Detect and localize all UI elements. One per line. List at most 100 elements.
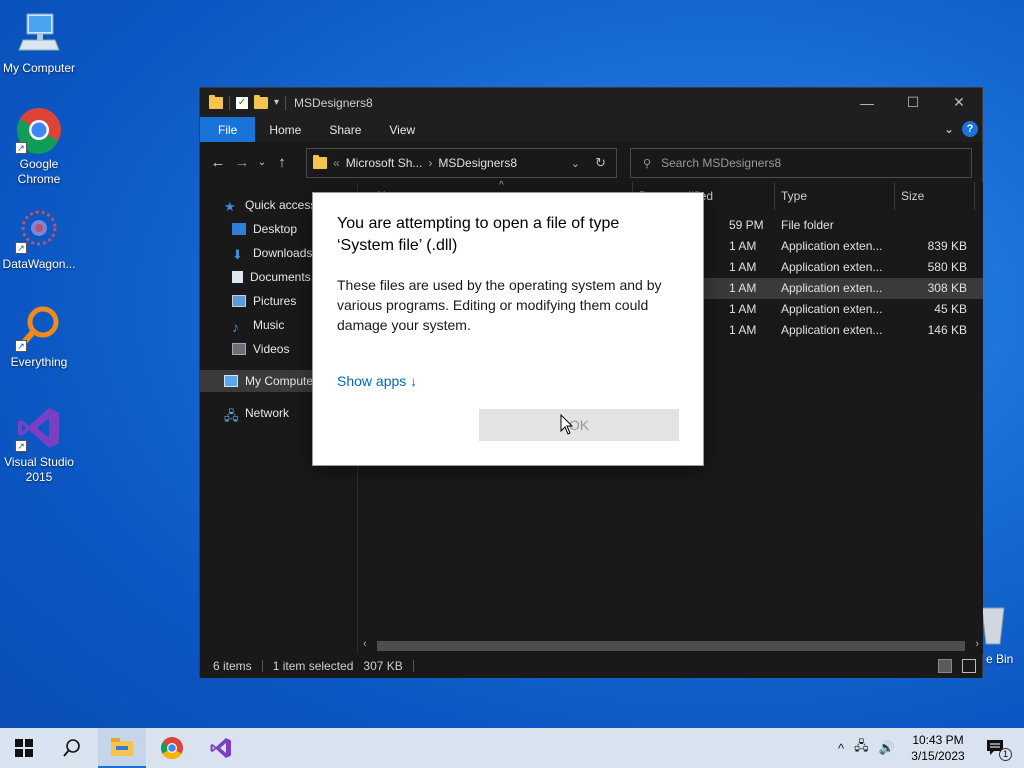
search-button[interactable] <box>48 728 96 768</box>
nav-item-music[interactable]: ♪ Music <box>232 314 284 336</box>
nav-item-quick-access[interactable]: ★ Quick access <box>224 194 316 216</box>
datawagon-icon: ↗ <box>15 206 63 254</box>
desktop-icon-everything[interactable]: ↗ Everything <box>0 304 78 370</box>
download-arrow-icon: ⬇ <box>232 247 243 262</box>
breadcrumb-item[interactable]: Microsoft Sh... <box>346 156 423 170</box>
search-icon: ⚲ <box>643 157 652 170</box>
computer-icon <box>15 10 63 58</box>
tab-home[interactable]: Home <box>255 117 315 142</box>
desktop-icon-visual-studio[interactable]: ↗ Visual Studio 2015 <box>0 404 78 485</box>
back-arrow-icon[interactable]: ← <box>206 154 230 171</box>
title-bar: ✓ ▾ MSDesigners8 — ☐ ✕ <box>200 88 982 117</box>
notification-center-button[interactable]: 1 <box>976 728 1016 768</box>
show-hidden-icons-chevron-icon[interactable]: ^ <box>838 741 844 756</box>
open-file-dialog: You are attempting to open a file of typ… <box>312 192 704 466</box>
forward-arrow-icon[interactable]: → <box>230 154 254 171</box>
desktop-icon-datawagon[interactable]: ↗ DataWagon... <box>0 206 78 272</box>
clock[interactable]: 10:43 PM 3/15/2023 <box>906 732 970 764</box>
item-count: 6 items <box>213 659 252 673</box>
desktop-icon <box>232 223 246 235</box>
video-icon <box>232 343 246 355</box>
up-arrow-icon[interactable]: ↑ <box>270 154 294 171</box>
nav-item-downloads[interactable]: ⬇ Downloads <box>232 242 312 264</box>
scroll-left-icon[interactable]: ‹ <box>363 638 367 650</box>
music-note-icon: ♪ <box>232 319 239 335</box>
nav-item-network[interactable]: 🖧 Network <box>224 402 289 424</box>
nav-item-pictures[interactable]: Pictures <box>232 290 296 312</box>
customize-toolbar-icon[interactable]: ▾ <box>274 97 279 108</box>
address-bar[interactable]: « Microsoft Sh... › MSDesigners8 ⌄ ↻ <box>306 148 617 178</box>
desktop-icon-my-computer[interactable]: My Computer <box>0 10 78 76</box>
nav-item-videos[interactable]: Videos <box>232 338 289 360</box>
folder-icon <box>209 94 223 109</box>
picture-icon <box>232 295 246 307</box>
window-title: MSDesigners8 <box>294 95 373 110</box>
properties-icon[interactable]: ✓ <box>236 96 248 109</box>
taskbar: ^ 🖧 🔊 10:43 PM 3/15/2023 1 <box>0 728 1024 768</box>
network-icon[interactable]: 🖧 <box>854 737 869 759</box>
tab-share[interactable]: Share <box>315 117 375 142</box>
search-placeholder: Search MSDesigners8 <box>661 156 782 170</box>
maximize-button[interactable]: ☐ <box>890 88 936 117</box>
folder-icon <box>313 155 327 169</box>
computer-icon <box>224 375 238 387</box>
minimize-button[interactable]: — <box>844 88 890 117</box>
show-apps-link[interactable]: Show apps ↓ <box>337 373 417 389</box>
clock-time: 10:43 PM <box>912 733 964 747</box>
star-icon: ★ <box>224 199 236 214</box>
selection-size: 307 KB <box>363 659 403 673</box>
horizontal-scrollbar[interactable]: ‹ › <box>359 637 983 654</box>
large-icons-view-icon[interactable] <box>962 659 976 673</box>
recycle-bin-label: e Bin <box>986 652 1014 666</box>
help-icon[interactable]: ? <box>962 121 978 137</box>
dialog-title: You are attempting to open a file of typ… <box>337 215 620 254</box>
tab-file[interactable]: File <box>200 117 256 142</box>
search-icon <box>63 739 80 757</box>
details-view-icon[interactable] <box>938 659 952 673</box>
breadcrumb-item[interactable]: MSDesigners8 <box>438 156 517 170</box>
volume-icon[interactable]: 🔊 <box>879 740 895 756</box>
search-input[interactable]: ⚲ Search MSDesigners8 <box>630 148 972 178</box>
sort-ascending-icon: ^ <box>499 180 504 191</box>
close-button[interactable]: ✕ <box>936 88 982 117</box>
taskbar-visual-studio[interactable] <box>197 728 245 768</box>
shortcut-arrow-icon: ↗ <box>15 440 27 452</box>
ribbon-tabs: File Home Share View ⌄ ? <box>200 117 982 142</box>
scrollbar-thumb[interactable] <box>377 641 965 651</box>
refresh-icon[interactable]: ↻ <box>595 155 606 171</box>
system-tray: ^ 🖧 🔊 <box>838 728 895 768</box>
quick-access-toolbar: ✓ ▾ <box>200 94 287 110</box>
chrome-icon <box>161 737 183 759</box>
desktop-icon-label: Everything <box>10 355 68 369</box>
nav-item-desktop[interactable]: Desktop <box>232 218 297 240</box>
dialog-message: These files are used by the operating sy… <box>337 277 662 333</box>
chrome-icon: ↗ <box>15 106 63 154</box>
taskbar-chrome[interactable] <box>148 728 196 768</box>
document-icon <box>232 271 243 283</box>
status-bar: 6 items 1 item selected 307 KB <box>200 654 982 678</box>
visual-studio-icon <box>210 738 231 758</box>
taskbar-file-explorer[interactable] <box>98 728 146 768</box>
desktop-icon-chrome[interactable]: ↗ Google Chrome <box>0 106 78 187</box>
ok-button[interactable]: OK <box>479 409 679 441</box>
desktop-icon-label: Google Chrome <box>17 157 61 186</box>
breadcrumb-separator: › <box>428 156 433 170</box>
recent-locations-chevron-icon[interactable]: ⌄ <box>254 157 270 168</box>
scroll-right-icon[interactable]: › <box>975 638 979 650</box>
nav-item-documents[interactable]: Documents <box>232 266 311 288</box>
clock-date: 3/15/2023 <box>911 749 965 763</box>
start-button[interactable] <box>0 728 48 768</box>
column-header-size[interactable]: Size <box>895 182 975 210</box>
address-dropdown-chevron-icon[interactable]: ⌄ <box>571 157 580 170</box>
mouse-cursor-icon <box>560 414 574 435</box>
everything-icon: ↗ <box>15 304 63 352</box>
breadcrumb-overflow[interactable]: « <box>333 156 340 170</box>
shortcut-arrow-icon: ↗ <box>15 340 27 352</box>
tab-view[interactable]: View <box>375 117 429 142</box>
notification-count-badge: 1 <box>999 748 1012 761</box>
network-icon: 🖧 <box>224 408 239 423</box>
selection-info: 1 item selected <box>272 659 354 673</box>
expand-ribbon-chevron-icon[interactable]: ⌄ <box>944 122 954 136</box>
column-header-type[interactable]: Type <box>775 182 895 210</box>
new-folder-icon[interactable] <box>254 94 268 109</box>
